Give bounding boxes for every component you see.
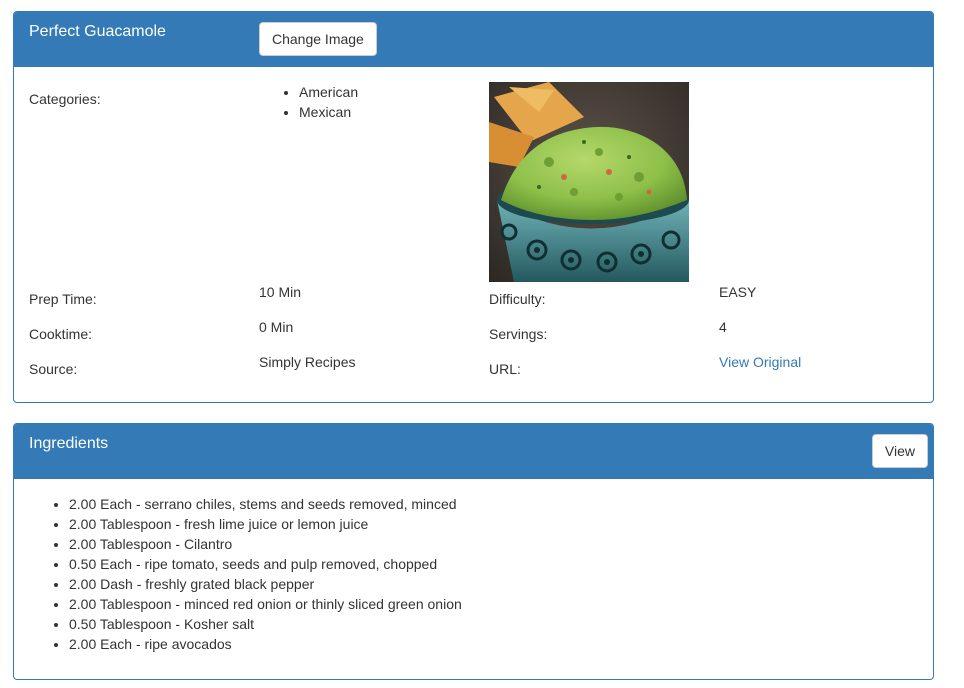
difficulty-label: Difficulty:: [489, 291, 546, 307]
category-item: American: [299, 82, 358, 102]
category-item: Mexican: [299, 102, 358, 122]
source-value: Simply Recipes: [259, 354, 356, 370]
source-label: Source:: [29, 361, 78, 377]
ingredient-item: 2.00 Dash - freshly grated black pepper: [69, 574, 462, 594]
ingredients-list: 2.00 Each - serrano chiles, stems and se…: [14, 494, 462, 654]
ingredients-title: Ingredients: [29, 435, 109, 452]
ingredient-item: 2.00 Each - ripe avocados: [69, 634, 462, 654]
cooktime-value: 0 Min: [259, 319, 294, 335]
prep-time-value: 10 Min: [259, 284, 302, 300]
ingredient-item: 2.00 Tablespoon - fresh lime juice or le…: [69, 514, 462, 534]
cooktime-label: Cooktime:: [29, 326, 93, 342]
ingredient-item: 0.50 Tablespoon - Kosher salt: [69, 614, 462, 634]
recipe-title: Perfect Guacamole: [29, 23, 166, 40]
view-ingredients-button[interactable]: View: [871, 434, 928, 468]
change-image-button[interactable]: Change Image: [259, 22, 377, 56]
guacamole-photo: [489, 82, 689, 282]
view-original-link[interactable]: View Original: [719, 352, 801, 372]
recipe-panel-heading: Perfect Guacamole Change Image: [14, 12, 933, 67]
categories-label: Categories:: [29, 91, 101, 107]
ingredient-item: 2.00 Tablespoon - Cilantro: [69, 534, 462, 554]
ingredients-panel-heading: Ingredients View: [14, 424, 933, 479]
servings-value: 4: [719, 319, 727, 335]
ingredient-item: 2.00 Each - serrano chiles, stems and se…: [69, 494, 462, 514]
prep-time-label: Prep Time:: [29, 291, 97, 307]
url-label: URL:: [489, 361, 521, 377]
categories-list: American Mexican: [259, 82, 358, 122]
difficulty-value: EASY: [719, 284, 757, 300]
ingredient-item: 2.00 Tablespoon - minced red onion or th…: [69, 594, 462, 614]
servings-label: Servings:: [489, 326, 548, 342]
ingredients-panel: Ingredients View 2.00 Each - serrano chi…: [13, 423, 934, 680]
recipe-panel: Perfect Guacamole Change Image Categorie…: [13, 11, 934, 403]
ingredient-item: 0.50 Each - ripe tomato, seeds and pulp …: [69, 554, 462, 574]
